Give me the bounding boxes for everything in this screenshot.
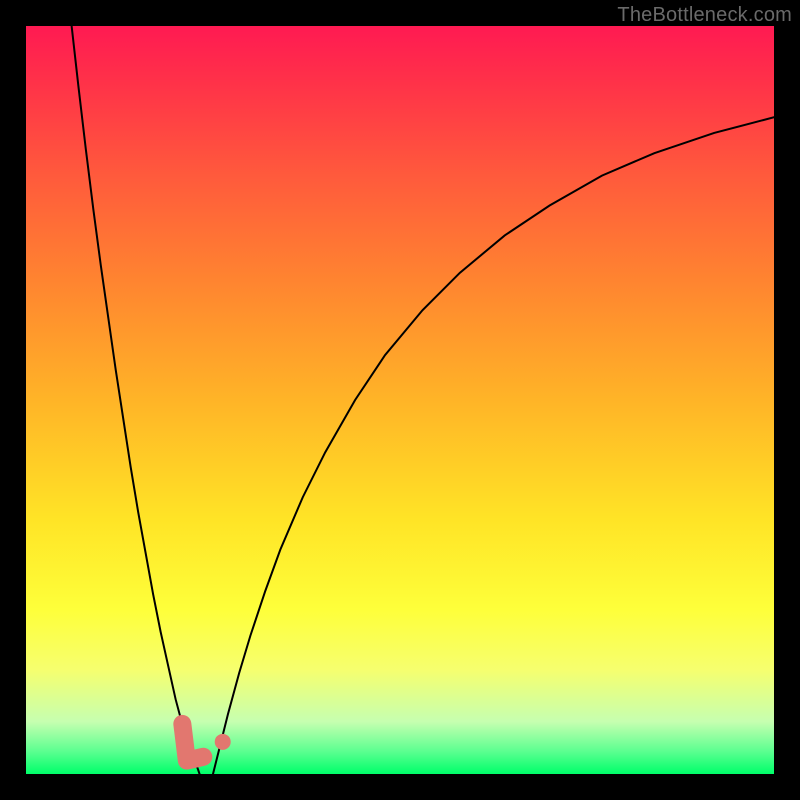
chart-svg xyxy=(26,26,774,774)
right-curve xyxy=(213,117,774,774)
watermark: TheBottleneck.com xyxy=(617,4,792,27)
marker-l-shape xyxy=(182,724,203,761)
chart-frame: TheBottleneck.com xyxy=(0,0,800,800)
plot-area xyxy=(26,26,774,774)
marker-dot xyxy=(215,734,231,750)
left-curve xyxy=(72,26,200,774)
